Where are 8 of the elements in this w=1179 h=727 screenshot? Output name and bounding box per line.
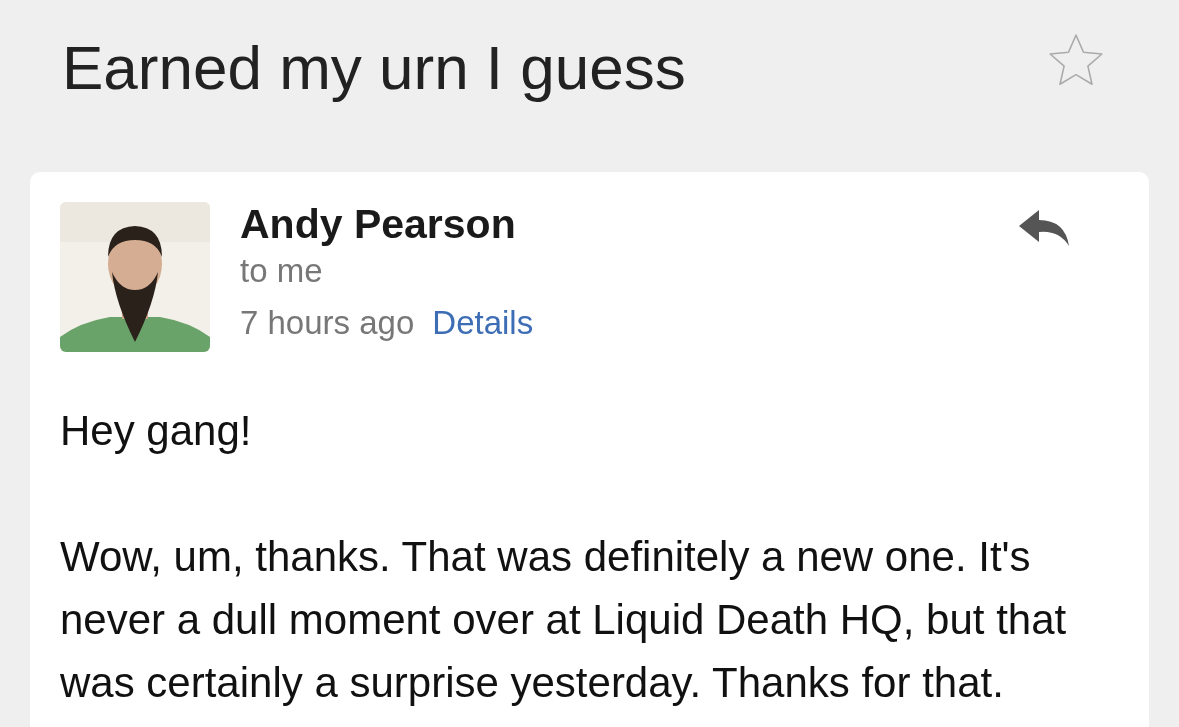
sender-name: Andy Pearson	[240, 202, 517, 246]
email-subject: Earned my urn I guess	[62, 36, 686, 100]
details-link[interactable]: Details	[432, 298, 534, 348]
reply-icon[interactable]	[1017, 208, 1071, 248]
message-paragraph: Hey gang!	[60, 406, 253, 456]
message-paragraph: Wow, um, thanks. That was definitely a new one. It's never a dull moment over at Liquid Death HQ, but that was certainly a surprise yesterday. Thanks for that.	[60, 532, 1068, 708]
recipient-label: to me	[240, 251, 324, 291]
timestamp: 7 hours ago	[240, 303, 415, 343]
